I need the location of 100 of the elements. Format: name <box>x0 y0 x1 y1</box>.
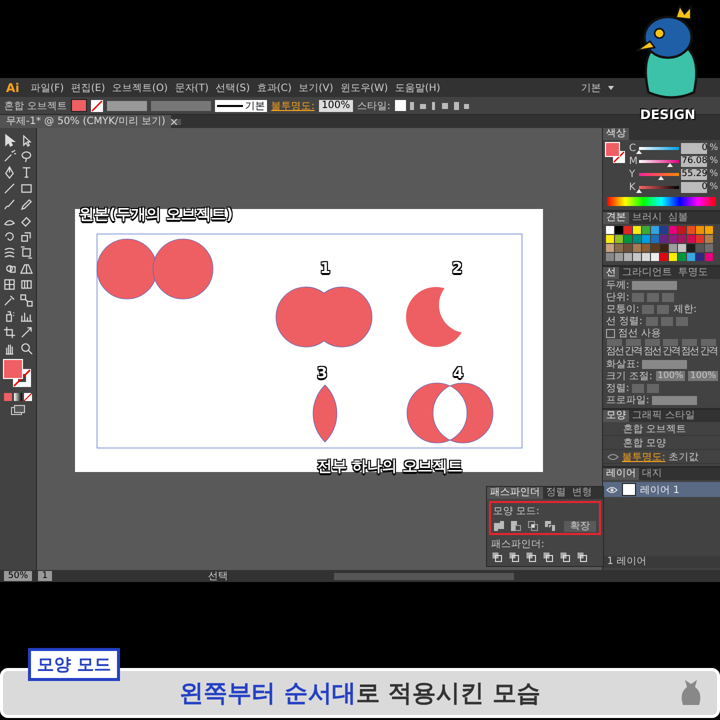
dash-field[interactable] <box>626 339 641 346</box>
menu-item[interactable]: 문자(T) <box>174 80 209 94</box>
eyedropper-icon[interactable] <box>3 294 16 307</box>
type-tool-icon[interactable] <box>20 166 33 179</box>
fill-swatch[interactable] <box>71 99 88 112</box>
caret-icon[interactable] <box>608 86 614 90</box>
panel-tab[interactable]: 투명도 <box>675 267 711 279</box>
dash-field[interactable] <box>701 339 716 346</box>
color-spectrum-bar[interactable] <box>607 197 716 206</box>
fill-color-swatch[interactable] <box>605 142 620 157</box>
appearance-row[interactable]: 혼합 오브젝트 <box>623 422 686 436</box>
trim-icon[interactable] <box>508 551 520 563</box>
panel-tab[interactable]: 색상 <box>603 128 629 140</box>
workspace-switcher[interactable]: 기본 <box>581 80 601 94</box>
opacity-link[interactable]: 불투명도: <box>622 450 666 464</box>
intersect-icon[interactable] <box>527 520 539 532</box>
menu-item[interactable]: 편집(E) <box>70 80 106 94</box>
style-swatch[interactable] <box>394 100 406 111</box>
dash-field[interactable] <box>663 339 678 346</box>
minus-front-icon[interactable] <box>510 520 522 532</box>
channel-value-field[interactable]: 76.08 <box>681 156 708 166</box>
menu-item[interactable]: 파일(F) <box>30 80 64 94</box>
crop-icon[interactable] <box>542 551 554 563</box>
menu-item[interactable]: 윈도우(W) <box>340 80 388 94</box>
fill-color-swatch[interactable] <box>3 359 23 379</box>
transform-icon[interactable] <box>20 246 33 259</box>
screen-mode-icon[interactable] <box>11 405 25 415</box>
warp-icon[interactable] <box>3 246 16 259</box>
arrowhead-dropdown[interactable] <box>642 360 688 368</box>
excluded-circles-shape[interactable] <box>406 382 494 444</box>
opacity-link[interactable]: 불투명도: <box>271 98 315 112</box>
channel-value-field[interactable]: 0 <box>681 142 708 154</box>
opacity-field[interactable]: 100% <box>318 100 354 112</box>
menu-item[interactable]: 도움말(H) <box>395 80 440 94</box>
mesh-icon[interactable] <box>3 278 16 291</box>
profile-dropdown[interactable] <box>652 396 698 404</box>
rotate-icon[interactable] <box>3 230 16 243</box>
zoom-field[interactable]: 50% <box>4 571 32 581</box>
panel-tab[interactable]: 견본 <box>603 212 629 224</box>
pointer-icon[interactable] <box>3 134 16 147</box>
minus-back-icon[interactable] <box>576 551 588 563</box>
dashed-checkbox[interactable] <box>606 328 615 338</box>
wand-icon[interactable] <box>3 150 16 163</box>
gradient-mode-button[interactable] <box>14 393 22 401</box>
panel-tab[interactable]: 정렬 <box>543 487 569 499</box>
stroke-swatch[interactable] <box>91 100 104 112</box>
menu-item[interactable]: 오브젝트(O) <box>112 80 168 94</box>
horizontal-scrollbar[interactable] <box>334 572 514 580</box>
panel-tab[interactable]: 패스파인더 <box>487 487 543 499</box>
line-icon[interactable] <box>3 182 16 195</box>
pencil-icon[interactable] <box>20 198 33 211</box>
stroke-profile-dropdown[interactable]: 기본 <box>215 100 268 112</box>
panel-tab[interactable]: 대지 <box>639 468 665 480</box>
none-mode-button[interactable] <box>24 393 32 401</box>
outline-icon[interactable] <box>559 551 571 563</box>
appearance-row[interactable]: 혼합 모양 <box>623 436 666 450</box>
menu-item[interactable]: 효과(C) <box>256 80 292 94</box>
eraser-icon[interactable] <box>20 214 33 227</box>
lens-shape[interactable] <box>312 384 338 442</box>
dash-field[interactable] <box>606 339 622 346</box>
exclude-icon[interactable] <box>544 520 556 532</box>
channel-value-field[interactable]: 0 <box>681 182 708 192</box>
panel-tab[interactable]: 심볼 <box>665 212 691 224</box>
pointer-icon[interactable] <box>20 134 33 147</box>
unite-icon[interactable] <box>493 520 505 532</box>
divide-icon[interactable] <box>491 551 503 563</box>
panel-tab[interactable]: 선 <box>603 267 619 279</box>
artboard-icon[interactable] <box>3 326 16 339</box>
panel-tab[interactable]: 변형 <box>569 487 595 499</box>
menu-item[interactable]: 보기(V) <box>298 80 334 94</box>
hand-icon[interactable] <box>3 342 16 355</box>
panel-tab[interactable]: 그라디언트 <box>619 267 675 279</box>
united-shape[interactable] <box>276 286 372 348</box>
zoom-icon[interactable] <box>20 342 33 355</box>
lasso-icon[interactable] <box>20 150 33 163</box>
shape-builder-icon[interactable] <box>3 262 16 275</box>
panel-tab[interactable]: 레이어 <box>603 468 639 480</box>
blend-icon[interactable] <box>20 294 33 307</box>
brush-icon[interactable] <box>3 198 16 211</box>
panel-tab[interactable]: 그래픽 스타일 <box>629 410 698 422</box>
chart-icon[interactable] <box>20 310 33 323</box>
merge-icon[interactable] <box>525 551 537 563</box>
panel-tab[interactable]: 브러시 <box>629 212 665 224</box>
pen-icon[interactable] <box>3 166 16 179</box>
eye-icon[interactable] <box>607 452 619 460</box>
overlapping-circles-shape[interactable] <box>96 238 214 300</box>
artboard-field[interactable]: 1 <box>38 571 52 581</box>
document-tab[interactable]: 무제-1* @ 50% (CMYK/미리 보기) <box>0 115 172 128</box>
scale-icon[interactable] <box>20 230 33 243</box>
panel-tab[interactable]: 모양 <box>603 410 629 422</box>
layer-row[interactable]: 레이어 1 <box>603 482 720 497</box>
channel-value-field[interactable]: 55.29 <box>681 168 708 180</box>
stroke-weight-dropdown[interactable] <box>107 100 148 110</box>
rectangle-icon[interactable] <box>20 182 33 195</box>
menu-item[interactable]: 선택(S) <box>216 80 250 94</box>
weight-field[interactable] <box>632 280 678 290</box>
dash-field[interactable] <box>644 339 660 346</box>
align-buttons-icon[interactable] <box>410 100 470 110</box>
selection-bounding-box[interactable] <box>96 234 522 448</box>
perspective-icon[interactable] <box>20 262 33 275</box>
